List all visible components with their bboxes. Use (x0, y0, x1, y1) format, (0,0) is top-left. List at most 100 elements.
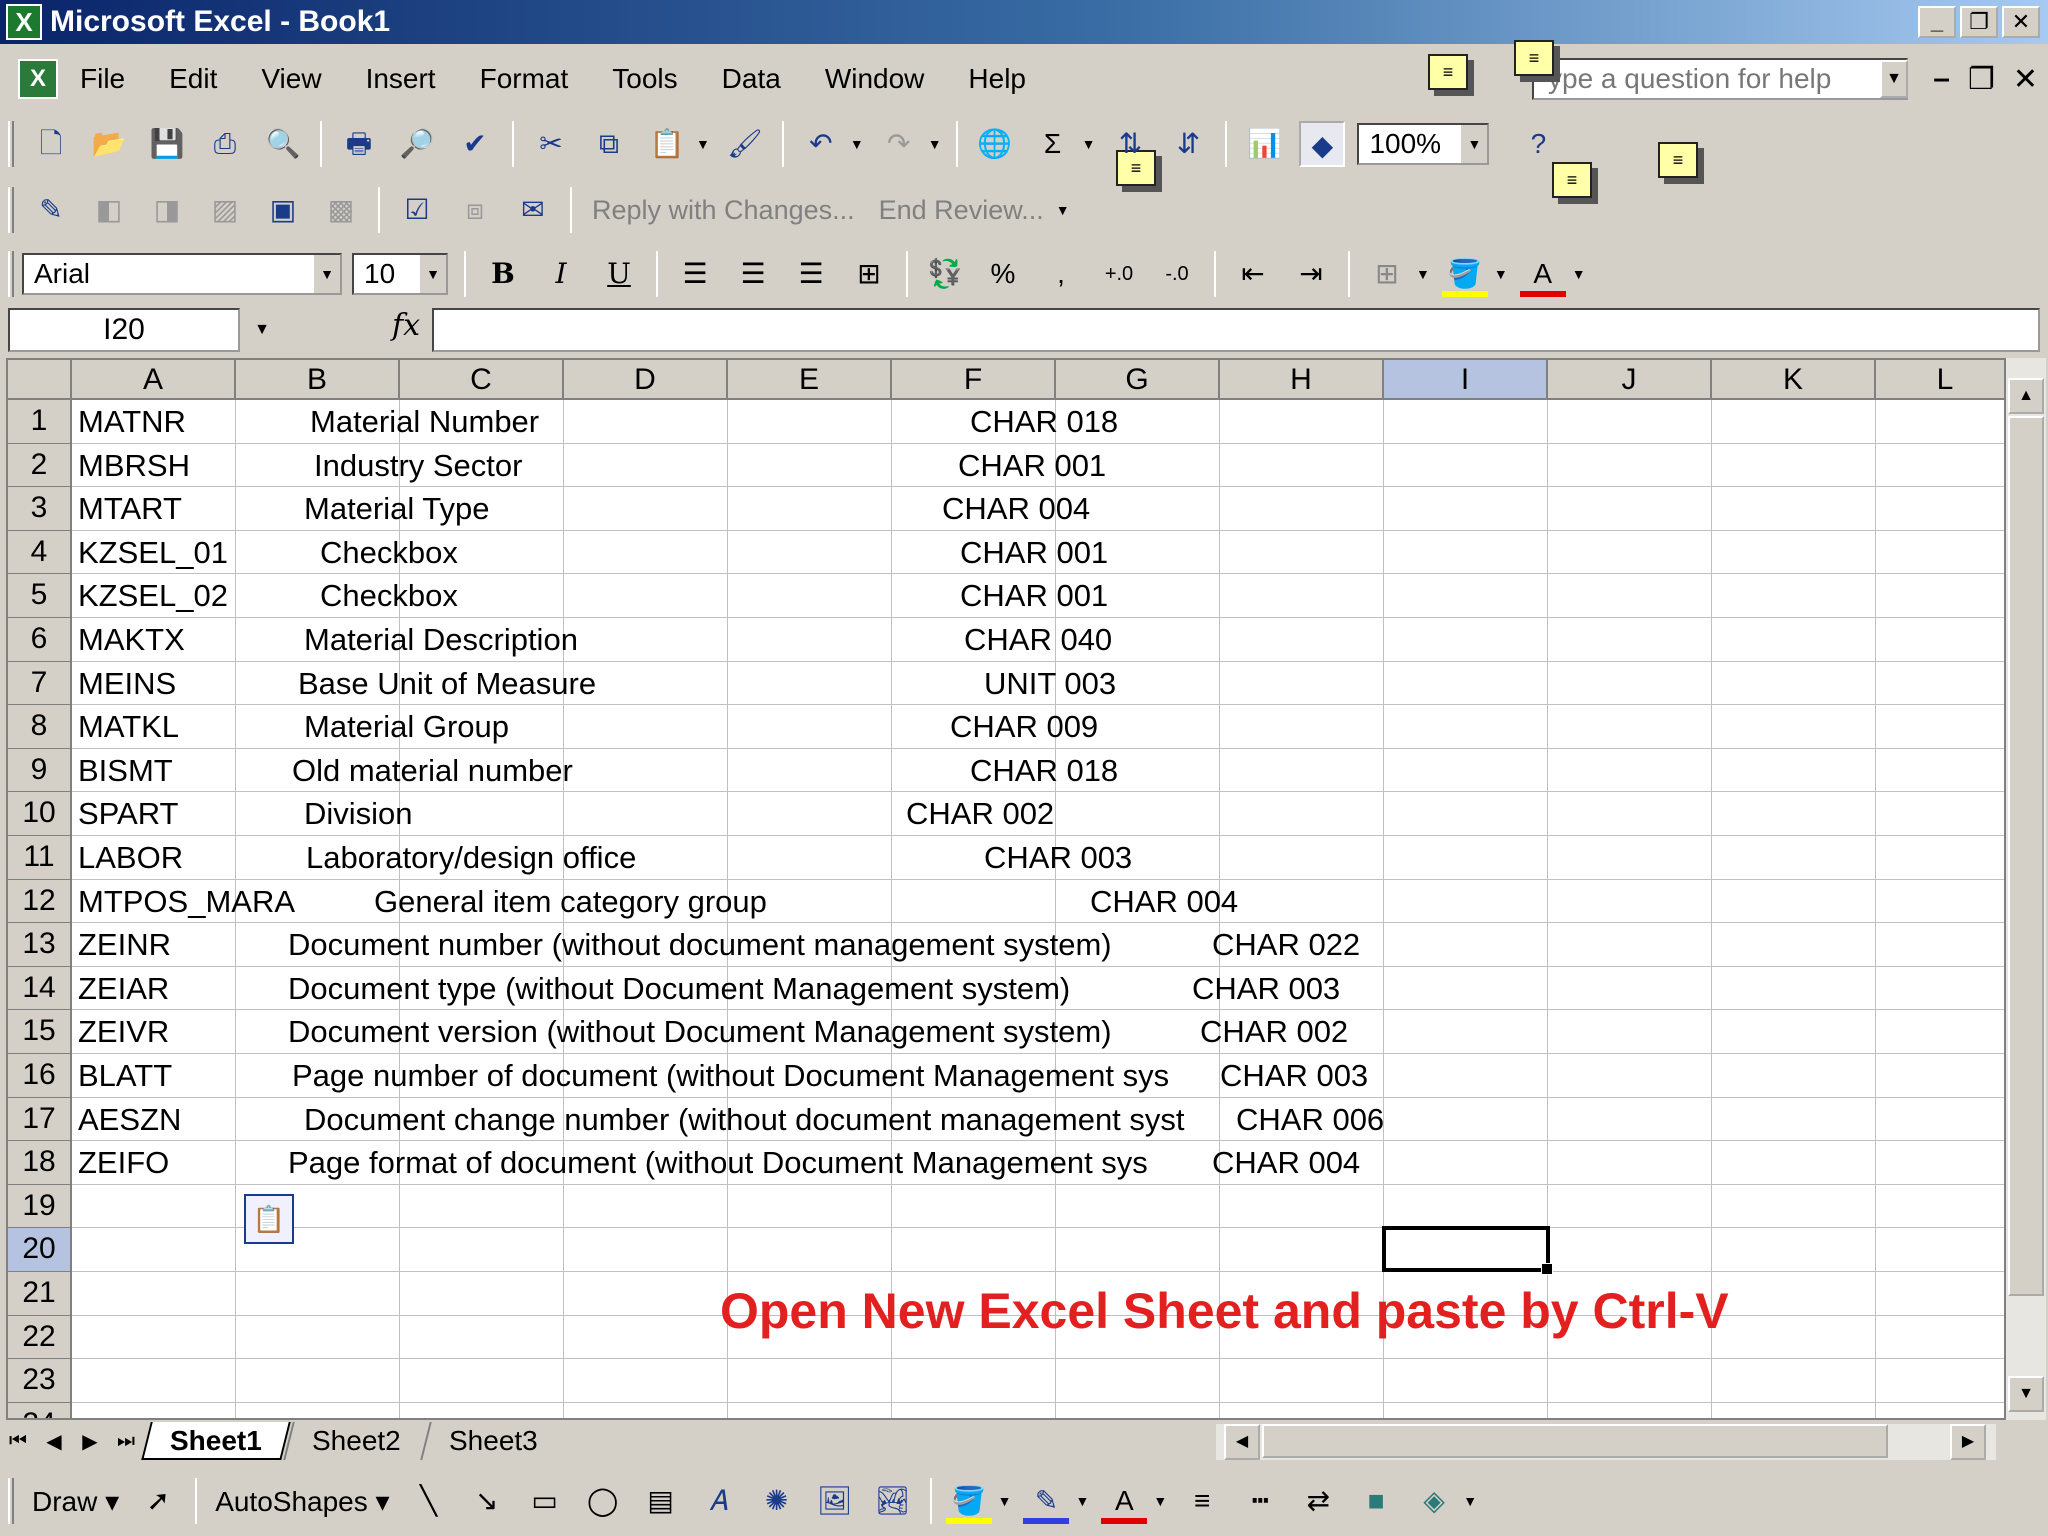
chevron-down-icon[interactable]: ▼ (1494, 266, 1508, 282)
print-preview-icon[interactable]: 🔎 (394, 121, 440, 167)
cell-b-text[interactable]: Material Description (304, 618, 578, 662)
spelling-icon[interactable]: ✔ (452, 121, 498, 167)
chevron-down-icon[interactable]: ▼ (312, 255, 340, 293)
row-header[interactable]: 17 (8, 1097, 72, 1142)
cell-a-text[interactable]: ZEIVR (78, 1010, 169, 1054)
open-folder-icon[interactable]: 📂 (86, 121, 132, 167)
menu-format[interactable]: Format (480, 63, 569, 95)
undo-icon[interactable]: ↶ (798, 121, 844, 167)
cell-b-text[interactable]: Document change number (without document… (304, 1098, 1185, 1142)
scroll-left-icon[interactable]: ◀ (1224, 1424, 1260, 1460)
cut-icon[interactable]: ✂ (528, 121, 574, 167)
bold-icon[interactable]: B (480, 251, 526, 297)
cell-f-text[interactable]: CHAR 002 (1200, 1010, 1348, 1054)
column-header[interactable]: J (1548, 360, 1712, 400)
row-header[interactable]: 24 (8, 1402, 72, 1418)
font-select[interactable]: Arial ▼ (22, 253, 342, 295)
send-to-mail-icon[interactable]: ✉ (510, 187, 556, 233)
row-header[interactable]: 2 (8, 443, 72, 488)
column-header[interactable]: E (728, 360, 892, 400)
row-header[interactable]: 5 (8, 574, 72, 618)
column-header[interactable]: I (1384, 360, 1548, 400)
comma-icon[interactable]: , (1038, 251, 1084, 297)
chevron-down-icon[interactable]: ▼ (850, 136, 864, 152)
chevron-down-icon[interactable]: ▼ (1459, 125, 1488, 163)
chevron-down-icon[interactable]: ▼ (928, 136, 942, 152)
minimize-button[interactable]: _ (1918, 6, 1956, 38)
new-comment-icon[interactable]: ✎ (28, 187, 74, 233)
row-header[interactable]: 6 (8, 618, 72, 662)
chevron-down-icon[interactable]: ▼ (1075, 1493, 1089, 1509)
cell-a-text[interactable]: MTPOS_MARA (78, 880, 295, 924)
row-header[interactable]: 11 (8, 836, 72, 880)
tab-sheet2[interactable]: Sheet2 (283, 1422, 428, 1460)
horizontal-scrollbar[interactable]: ◀ ▶ (1216, 1424, 1996, 1460)
spreadsheet-grid[interactable]: A B C D E F G H I J K L 1 2 3 4 5 6 7 8 9 10 11 12 13 14 15 16 17 18 1… (6, 358, 2006, 1420)
chart-wizard-icon[interactable]: 📊 (1241, 121, 1287, 167)
row-header[interactable]: 19 (8, 1184, 72, 1229)
paste-options-icon[interactable]: 📋 (244, 1194, 294, 1244)
row-header[interactable]: 23 (8, 1359, 72, 1403)
doc-minimize-icon[interactable]: – (1933, 62, 1950, 97)
doc-restore-icon[interactable]: ❐ (1968, 62, 1995, 97)
fill-color-icon[interactable]: 🪣 (945, 1478, 992, 1524)
cell-b-text[interactable]: Document type (without Document Manageme… (288, 967, 1070, 1011)
chevron-down-icon[interactable]: ▼ (696, 136, 710, 152)
column-header[interactable]: B (236, 360, 400, 400)
cell-b-text[interactable]: Material Type (304, 487, 490, 531)
tab-sheet3[interactable]: Sheet3 (419, 1422, 565, 1460)
merge-center-icon[interactable]: ⊞ (846, 251, 892, 297)
vertical-scrollbar[interactable]: ▲ ▼ (2006, 358, 2046, 1420)
column-header[interactable]: A (72, 360, 236, 400)
help-dropdown-icon[interactable]: ▼ (1880, 60, 1908, 98)
chevron-down-icon[interactable]: ▼ (1082, 136, 1096, 152)
row-header[interactable]: 14 (8, 966, 72, 1011)
cell-f-text[interactable]: CHAR 009 (950, 705, 1098, 749)
show-all-comments-icon[interactable]: ▣ (260, 187, 306, 233)
cell-a-text[interactable]: ZEINR (78, 923, 171, 967)
chevron-down-icon[interactable]: ▼ (1416, 266, 1430, 282)
row-header[interactable]: 13 (8, 923, 72, 967)
cell-b-text[interactable]: Checkbox (320, 574, 458, 618)
first-sheet-icon[interactable]: ⏮ (0, 1430, 36, 1453)
cell-b-text[interactable]: Document number (without document manage… (288, 923, 1112, 967)
help-icon[interactable]: ? (1515, 121, 1561, 167)
underline-icon[interactable]: U (596, 251, 642, 297)
cell-a-text[interactable]: LABOR (78, 836, 183, 880)
scroll-thumb[interactable] (1262, 1424, 1888, 1458)
draw-menu-button[interactable]: Draw ▾ (32, 1485, 119, 1518)
track-changes-icon[interactable]: ☑ (394, 187, 440, 233)
end-review-button[interactable]: End Review... (879, 195, 1044, 226)
cell-f-text[interactable]: CHAR 003 (1220, 1054, 1368, 1098)
scroll-right-icon[interactable]: ▶ (1950, 1424, 1986, 1460)
arrow-style-icon[interactable]: ⇄ (1295, 1478, 1341, 1524)
cell-b-text[interactable]: Page format of document (without Documen… (288, 1141, 1148, 1185)
active-cell-cursor[interactable] (1382, 1226, 1553, 1275)
cell-f-text[interactable]: CHAR 022 (1212, 923, 1360, 967)
row-header[interactable]: 1 (8, 400, 72, 444)
copy-icon[interactable]: ⧉ (586, 121, 632, 167)
column-header[interactable]: G (1056, 360, 1220, 400)
excel-app-icon[interactable]: X (6, 4, 42, 40)
cell-f-text[interactable]: CHAR 003 (984, 836, 1132, 880)
row-header[interactable]: 18 (8, 1141, 72, 1185)
column-header[interactable]: L (1876, 360, 2004, 400)
line-color-icon[interactable]: ✎ (1023, 1478, 1070, 1524)
increase-decimal-icon[interactable]: +.0 (1096, 251, 1142, 297)
align-center-icon[interactable]: ☰ (730, 251, 776, 297)
print-icon[interactable]: 🖶 (336, 121, 382, 167)
cell-f-text[interactable]: CHAR 018 (970, 400, 1118, 444)
cell-b-text[interactable]: Industry Sector (314, 444, 522, 488)
next-comment-icon[interactable]: ◨ (144, 187, 190, 233)
line-icon[interactable]: ╲ (406, 1478, 452, 1524)
previous-comment-icon[interactable]: ◧ (86, 187, 132, 233)
cell-b-text[interactable]: Page number of document (without Documen… (292, 1054, 1169, 1098)
permission-icon[interactable]: ⎙ (202, 121, 248, 167)
cell-b-text[interactable]: Checkbox (320, 531, 458, 575)
text-box-icon[interactable]: ▤ (638, 1478, 684, 1524)
prev-sheet-icon[interactable]: ◀ (36, 1429, 72, 1454)
sort-ascending-icon[interactable]: ⇅ (1107, 121, 1153, 167)
chevron-down-icon[interactable]: ▼ (244, 308, 280, 352)
column-header[interactable]: D (564, 360, 728, 400)
cell-b-text[interactable]: Material Number (310, 400, 539, 444)
